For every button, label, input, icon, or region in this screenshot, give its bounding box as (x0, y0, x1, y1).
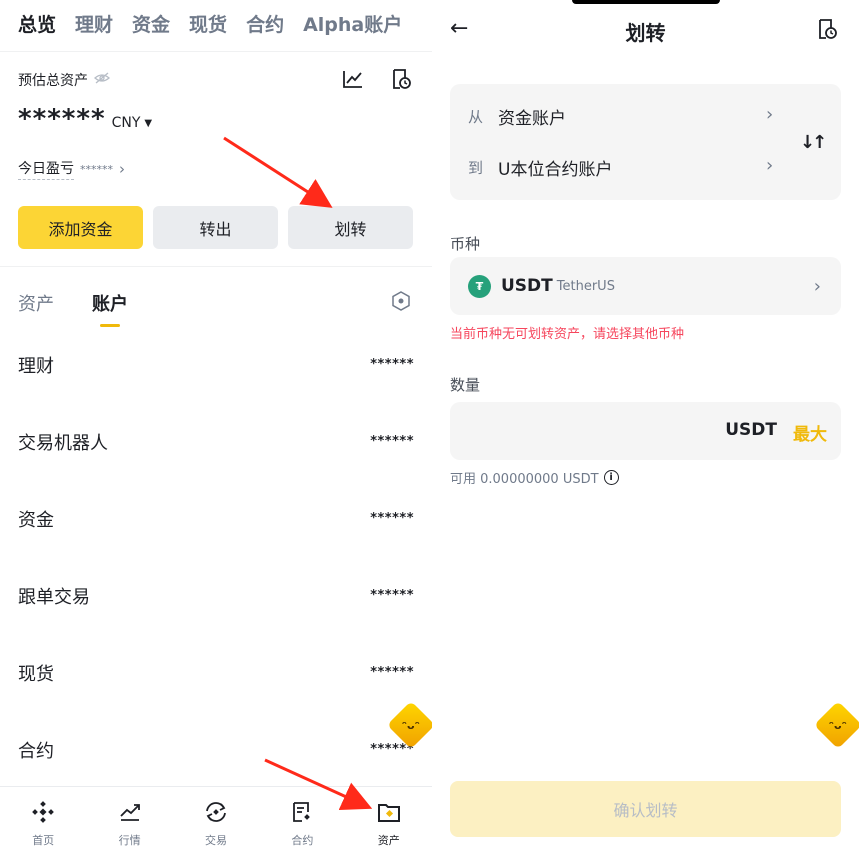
divider (0, 266, 432, 267)
amount-input[interactable] (466, 418, 706, 444)
coin-fullname: TetherUS (556, 278, 615, 294)
amount-card: USDT 最大 (450, 402, 841, 460)
assistant-bot-icon[interactable]: ᵔᴗᵔ (813, 700, 859, 750)
futures-icon (291, 801, 313, 826)
list-item[interactable]: 合约 ****** (0, 711, 432, 788)
nav-label: 合约 (291, 834, 314, 847)
from-account-selector[interactable]: 从 资金账户 (468, 104, 566, 129)
market-icon (119, 801, 141, 826)
tab-funding[interactable]: 资金 (132, 10, 170, 37)
coin-symbol: USDT (501, 276, 553, 296)
nav-label: 资产 (377, 834, 400, 847)
to-prefix: 到 (468, 159, 484, 177)
nav-label: 首页 (32, 834, 55, 847)
bottom-nav: 首页 行情 交易 合约 资产 (0, 786, 432, 864)
coin-selector[interactable]: ₮ USDT TetherUS › (450, 257, 841, 315)
estimated-total-text: 预估总资产 (18, 73, 88, 89)
account-name: 理财 (18, 355, 54, 377)
from-prefix: 从 (468, 108, 484, 126)
transfer-accounts-card: 从 资金账户 › 到 U本位合约账户 › ↓↑ (450, 84, 841, 200)
trade-icon (204, 801, 228, 826)
account-value: ****** (370, 434, 414, 449)
tab-spot[interactable]: 现货 (189, 10, 227, 37)
nav-assets[interactable]: 资产 (359, 787, 419, 864)
pnl-label: 今日盈亏 (18, 158, 74, 180)
eye-hidden-icon[interactable] (94, 72, 110, 88)
nav-home[interactable]: 首页 (13, 787, 73, 864)
nav-market[interactable]: 行情 (100, 787, 160, 864)
chevron-right-icon: › (766, 155, 774, 176)
asset-subtabs: 资产 账户 (18, 290, 128, 316)
confirm-transfer-button[interactable]: 确认划转 (450, 781, 841, 837)
currency-selector[interactable]: CNY ▼ (112, 115, 153, 131)
account-value: ****** (370, 588, 414, 603)
max-button[interactable]: 最大 (793, 420, 827, 445)
chevron-right-icon: › (766, 104, 774, 125)
account-name: 资金 (18, 509, 54, 531)
tab-futures[interactable]: 合约 (246, 10, 284, 37)
to-account-selector[interactable]: 到 U本位合约账户 (468, 155, 612, 180)
nav-label: 交易 (204, 834, 227, 847)
from-account: 资金账户 (498, 109, 566, 129)
tab-earn[interactable]: 理财 (75, 10, 113, 37)
transfer-screen: ← 划转 从 资金账户 › 到 U本位合约账户 › ↓↑ 币种 ₮ USDT T… (432, 0, 859, 864)
nav-futures[interactable]: 合约 (272, 787, 332, 864)
chart-icon[interactable] (340, 66, 366, 92)
total-balance: ****** CNY ▼ (18, 104, 152, 134)
coin-label: 币种 (450, 235, 481, 253)
notch (572, 0, 720, 4)
account-value: ****** (370, 511, 414, 526)
tab-alpha[interactable]: Alpha账户 (303, 10, 402, 37)
amount-unit: USDT (725, 420, 777, 440)
transfer-button[interactable]: 划转 (288, 206, 413, 249)
top-nav: 总览 理财 资金 现货 合约 Alpha账户 (18, 10, 402, 37)
account-name: 合约 (18, 740, 54, 762)
list-item[interactable]: 交易机器人 ****** (0, 403, 432, 480)
available-text: 可用 0.00000000 USDT (450, 472, 599, 487)
today-pnl[interactable]: 今日盈亏 ****** › (18, 158, 125, 180)
subtab-accounts[interactable]: 账户 (92, 290, 128, 316)
account-list: 理财 ****** 交易机器人 ****** 资金 ****** 跟单交易 **… (0, 326, 432, 788)
account-name: 跟单交易 (18, 586, 90, 608)
account-value: ****** (370, 357, 414, 372)
tab-overview[interactable]: 总览 (18, 10, 56, 37)
pnl-value: ****** (80, 162, 113, 176)
nav-trade[interactable]: 交易 (186, 787, 246, 864)
balance-value: ****** (18, 104, 106, 134)
available-balance: 可用 0.00000000 USDT i (450, 468, 619, 487)
account-name: 现货 (18, 663, 54, 685)
list-item[interactable]: 理财 ****** (0, 326, 432, 403)
warning-text: 当前币种无可划转资产，请选择其他币种 (450, 327, 685, 342)
chevron-right-icon: › (119, 160, 125, 178)
wallet-icon (377, 801, 401, 826)
caret-down-icon: ▼ (144, 117, 153, 129)
account-name: 交易机器人 (18, 432, 108, 454)
page-title: 划转 (625, 21, 666, 45)
list-item[interactable]: 资金 ****** (0, 480, 432, 557)
account-value: ****** (370, 665, 414, 680)
divider (0, 51, 432, 52)
to-account: U本位合约账户 (498, 160, 613, 180)
swap-icon[interactable]: ↓↑ (800, 132, 827, 153)
list-item[interactable]: 跟单交易 ****** (0, 557, 432, 634)
asset-overview-screen: 总览 理财 资金 现货 合约 Alpha账户 预估总资产 ****** CNY … (0, 0, 432, 864)
chevron-right-icon: › (813, 275, 821, 297)
settings-hex-icon[interactable] (388, 288, 414, 314)
estimated-total-label: 预估总资产 (18, 70, 110, 90)
home-icon (32, 801, 55, 826)
info-icon[interactable]: i (603, 470, 619, 485)
nav-label: 行情 (118, 834, 141, 847)
history-icon[interactable] (816, 18, 838, 44)
history-icon[interactable] (388, 66, 414, 92)
subtab-assets[interactable]: 资产 (18, 290, 54, 316)
list-item[interactable]: 现货 ****** (0, 634, 432, 711)
usdt-icon: ₮ (468, 274, 491, 298)
transfer-header: ← 划转 (432, 14, 859, 46)
add-funds-button[interactable]: 添加资金 (18, 206, 143, 249)
currency-label: CNY (111, 115, 141, 131)
withdraw-button[interactable]: 转出 (153, 206, 278, 249)
amount-label: 数量 (450, 376, 481, 394)
